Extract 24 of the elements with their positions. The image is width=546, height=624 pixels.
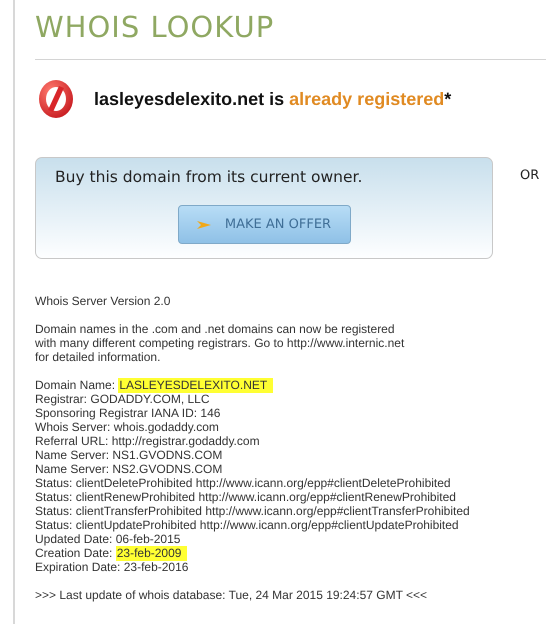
whois-notice: Domain names in the .com and .net domains can now be registered with many different competing registrars. Go to http://www.internic.net for detailed information. [35, 322, 406, 364]
prohibited-icon [38, 79, 74, 119]
whois-record: Expiration Date: 23-feb-2016 [35, 560, 190, 574]
whois-record: Registrar: GODADDY.COM, LLC [35, 392, 210, 406]
whois-record: Updated Date: 06-feb-2015 [35, 532, 182, 546]
arrow-icon [196, 220, 211, 228]
headline: lasleyesdelexito.net is already registered* [94, 88, 452, 110]
whois-header: Whois Server Version 2.0 [35, 294, 172, 308]
whois-record: Name Server: NS1.GVODNS.COM [35, 448, 224, 462]
or-label: OR [520, 168, 540, 183]
whois-record: Whois Server: whois.godaddy.com [35, 420, 220, 434]
whois-record: Domain Name: LASLEYESDELEXITO.NET [35, 378, 546, 392]
whois-record: Status: clientRenewProhibited http://www.icann.org/epp#clientRenewProhibited [35, 490, 457, 504]
whois-record: Sponsoring Registrar IANA ID: 146 [35, 406, 222, 420]
offer-text: Buy this domain from its current owner. [55, 168, 362, 186]
page-title: WHOIS LOOKUP [35, 9, 276, 45]
whois-record: Status: clientTransferProhibited http://www.icann.org/epp#clientTransferProhibited [35, 504, 471, 518]
whois-record: Name Server: NS2.GVODNS.COM [35, 462, 224, 476]
whois-record: Status: clientUpdateProhibited http://www.icann.org/epp#clientUpdateProhibited [35, 518, 460, 532]
whois-record: Status: clientDeleteProhibited http://www.icann.org/epp#clientDeleteProhibited [35, 476, 452, 490]
whois-record: Creation Date: 23-feb-2009 [35, 546, 546, 560]
whois-record: Referral URL: http://registrar.godaddy.com [35, 434, 261, 448]
make-offer-button[interactable]: MAKE AN OFFER [178, 205, 350, 244]
whois-footer: >>> Last update of whois database: Tue, 24 Mar 2015 19:24:57 GMT <<< [35, 588, 546, 602]
